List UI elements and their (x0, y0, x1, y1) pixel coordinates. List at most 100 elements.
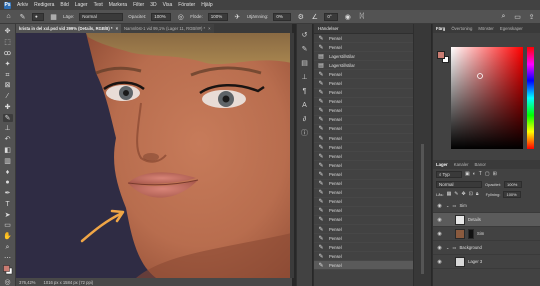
eye-icon[interactable]: ◉ (436, 217, 443, 223)
eyedropper-tool-icon[interactable]: ⁄ (3, 93, 13, 101)
angle-input[interactable]: 0° (324, 12, 339, 21)
history-brush-tool-icon[interactable]: ↶ (3, 136, 13, 144)
smoothing-input[interactable]: 0% (273, 12, 292, 21)
quick-select-tool-icon[interactable]: ✦ (3, 60, 13, 68)
move-tool-icon[interactable]: ✥ (3, 28, 13, 36)
history-item[interactable]: ✎ Pensel (314, 261, 413, 271)
opacity-input[interactable]: 100% (151, 12, 172, 21)
history-scrollbar[interactable] (421, 144, 424, 274)
history-item[interactable]: ✎ Pensel (314, 234, 413, 244)
workspace-icon[interactable]: ▭ (513, 12, 522, 21)
symmetry-icon[interactable]: ᛞ (357, 12, 366, 21)
blend-mode-select[interactable]: Normal (436, 180, 482, 188)
tab-properties[interactable]: Egenskaper (500, 26, 523, 31)
info-icon[interactable]: ⓘ (300, 128, 310, 138)
brush-tool-icon[interactable]: ✎ (18, 12, 27, 21)
history-item[interactable]: ✎ Pensel (314, 225, 413, 235)
flow-input[interactable]: 100% (207, 12, 228, 21)
history-item[interactable]: ✎ Pensel (314, 207, 413, 216)
photoshop-logo-icon[interactable]: Ps (4, 1, 11, 9)
layer-row[interactable]: ◉ ⌄ ▭ Background (433, 241, 540, 255)
hand-tool-icon[interactable]: ✋ (3, 233, 13, 241)
angle-icon[interactable]: ∠ (310, 12, 319, 21)
history-item[interactable]: ✎ Pensel (314, 43, 413, 53)
history-item[interactable]: ✎ Pensel (314, 134, 413, 144)
close-icon[interactable]: × (116, 26, 118, 31)
path-select-tool-icon[interactable]: ➤ (3, 211, 13, 219)
menu-image[interactable]: Bild (60, 2, 68, 8)
filter-smart-icon[interactable]: ⊞ (493, 171, 497, 177)
menu-filter[interactable]: Filter (133, 2, 144, 8)
document-info[interactable]: 1016 px x 1584 px (72 ppi) (44, 280, 94, 285)
menu-file[interactable]: Arkiv (17, 2, 28, 8)
filter-type-icon[interactable]: T (479, 171, 482, 177)
filter-adjust-icon[interactable]: ◐ (473, 171, 476, 177)
tab-document-1[interactable]: krista in del xxl.psd vid 399% (Details,… (16, 24, 122, 33)
lock-pixels-icon[interactable]: ▦ (447, 191, 452, 197)
lock-position-icon[interactable]: ✥ (462, 191, 466, 197)
color-swatches-icon[interactable] (2, 265, 13, 275)
fill-input[interactable]: 100% (503, 190, 522, 198)
crop-tool-icon[interactable]: ⌗ (3, 71, 13, 79)
smoothing-settings-icon[interactable]: ⚙ (296, 12, 305, 21)
tab-layers[interactable]: Lager (436, 162, 448, 167)
history-panel-title[interactable]: Händelser (314, 24, 413, 34)
mode-select[interactable]: Normal (79, 12, 124, 21)
marquee-tool-icon[interactable]: ⬚ (3, 39, 13, 47)
menu-view[interactable]: Visa (163, 2, 173, 8)
healing-tool-icon[interactable]: ✚ (3, 103, 13, 111)
character-icon[interactable]: A (300, 100, 310, 110)
lock-artboard-icon[interactable]: ⊡ (469, 191, 473, 197)
pressure-size-icon[interactable]: ◉ (343, 12, 352, 21)
frame-tool-icon[interactable]: ⊠ (3, 82, 13, 90)
history-item[interactable]: ✎ Pensel (314, 34, 413, 44)
zoom-tool-icon[interactable]: ⌕ (3, 244, 13, 252)
tab-document-2[interactable]: Namnlöst-1 vid 99,1% (Lager 11, RGB/8#) … (121, 24, 214, 33)
hue-slider[interactable] (527, 47, 534, 149)
layer-opacity-input[interactable]: 100% (504, 180, 523, 188)
history-item[interactable]: ✎ Pensel (314, 216, 413, 225)
tab-patterns[interactable]: Mönster (478, 26, 494, 31)
clone-stamp-tool-icon[interactable]: ⊥ (3, 125, 13, 133)
menu-select[interactable]: Markera (109, 2, 127, 8)
type-tool-icon[interactable]: T (3, 201, 13, 209)
history-item[interactable]: ✎ Pensel (314, 125, 413, 135)
tab-paths[interactable]: Banor (475, 162, 486, 167)
layer-row[interactable]: ◉ ⌄ ▭ Sim (433, 199, 540, 213)
more-tools-icon[interactable]: ⋯ (3, 254, 13, 262)
history-item[interactable]: ✎ Pensel (314, 79, 413, 89)
layer-row[interactable]: ◉ Lager 3 (433, 255, 540, 269)
history-item[interactable]: ✎ Pensel (314, 143, 413, 153)
brush-panel-icon[interactable]: ✎ (300, 44, 310, 54)
pressure-opacity-icon[interactable]: ◎ (176, 12, 185, 21)
history-item[interactable]: ✎ Pensel (314, 198, 413, 207)
menu-window[interactable]: Fönster (178, 2, 195, 8)
airbrush-icon[interactable]: ✈ (233, 12, 242, 21)
brush-tool-icon[interactable]: ✎ (2, 114, 13, 123)
document-canvas[interactable] (16, 33, 292, 278)
eye-icon[interactable]: ◉ (436, 231, 443, 237)
history-item[interactable]: ✎ Pensel (314, 98, 413, 107)
shape-tool-icon[interactable]: ▭ (3, 222, 13, 230)
filter-pixel-icon[interactable]: ▣ (465, 171, 470, 177)
foreground-color-swatch[interactable] (437, 51, 445, 59)
menu-layer[interactable]: Lager (75, 2, 88, 8)
history-item[interactable]: ▤ Lagerstil/stilar (314, 52, 413, 62)
filter-shape-icon[interactable]: ▢ (485, 171, 490, 177)
eraser-tool-icon[interactable]: ◧ (3, 147, 13, 155)
eye-icon[interactable]: ◉ (436, 245, 443, 251)
history-item[interactable]: ✎ Pensel (314, 107, 413, 116)
lock-paint-icon[interactable]: ✎ (454, 191, 458, 197)
menu-help[interactable]: Hjälp (201, 2, 212, 8)
eye-icon[interactable]: ◉ (436, 259, 443, 265)
clone-source-icon[interactable]: ⊥ (300, 72, 310, 82)
history-item[interactable]: ✎ Pensel (314, 116, 413, 125)
history-item[interactable]: ▤ Lagerstil/stilar (314, 61, 413, 71)
search-icon[interactable]: ⌕ (499, 12, 508, 21)
glyphs-icon[interactable]: ∂ (300, 114, 310, 124)
brush-settings-panel-icon[interactable]: ▤ (300, 58, 310, 68)
lasso-tool-icon[interactable]: ꝏ (3, 50, 13, 58)
history-panel-icon[interactable]: ↺ (300, 30, 310, 40)
layer-row[interactable]: ◉ Details (433, 213, 540, 227)
eye-icon[interactable]: ◉ (436, 203, 443, 209)
